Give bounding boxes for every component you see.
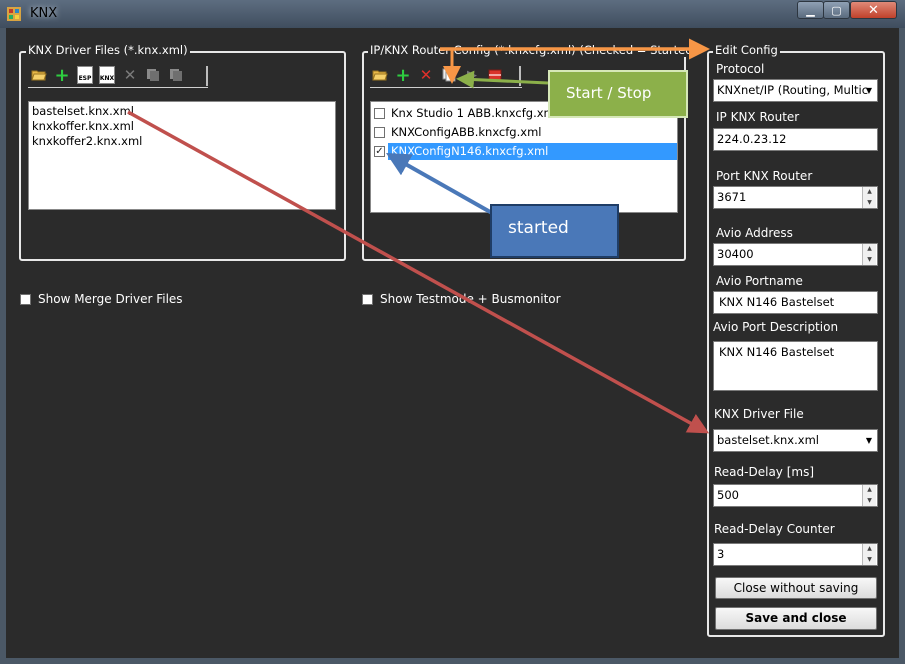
blue-arrow <box>386 153 493 215</box>
red-arrow <box>127 110 710 434</box>
annotation-arrows <box>127 38 710 434</box>
started-callout: started <box>490 204 619 258</box>
green-arrow <box>456 70 549 89</box>
start-stop-callout: Start / Stop <box>548 70 688 118</box>
